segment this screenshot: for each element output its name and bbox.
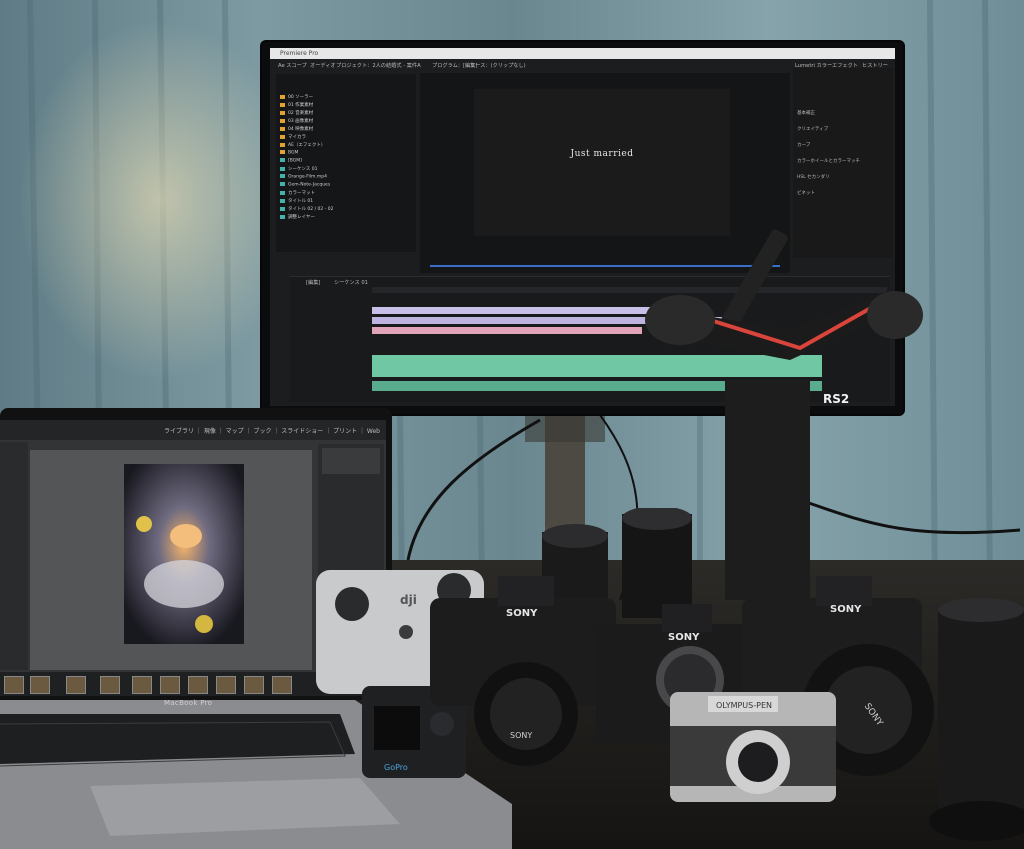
clip-icon — [280, 174, 285, 178]
clip-icon — [280, 198, 285, 203]
filmstrip-thumb[interactable] — [244, 676, 264, 694]
folder-icon — [280, 150, 285, 154]
clip-icon — [280, 158, 285, 162]
clip-icon — [280, 190, 285, 195]
bin-item[interactable]: 03 画像素材 — [280, 118, 313, 124]
folder-icon — [280, 126, 285, 131]
filmstrip-thumb[interactable] — [188, 676, 208, 694]
filmstrip-thumb[interactable] — [160, 676, 180, 694]
lr-module-picker[interactable]: ライブラリ ｜ 現像 ｜ マップ ｜ ブック ｜ スライドショー ｜ プリント … — [164, 426, 380, 435]
bin-item[interactable]: マイカラ — [280, 134, 306, 140]
timeline-tab-edit[interactable]: [編集] — [306, 279, 320, 286]
folder-icon — [280, 94, 285, 99]
clip-icon — [280, 214, 285, 219]
lens-brand: SONY — [510, 731, 532, 740]
filmstrip-thumb[interactable] — [30, 676, 50, 694]
bin-item[interactable]: カラーマット — [280, 190, 315, 196]
app-title-bar: Premiere Pro — [270, 48, 895, 59]
timeline-tab-seq[interactable]: シーケンス 01 — [334, 279, 368, 286]
tab-source[interactable]: ソース：(クリップなし) — [470, 62, 526, 69]
olympus-pen-camera: OLYMPUS-PEN — [670, 692, 836, 802]
bin-item[interactable]: Orange-Film.mp4 — [280, 174, 327, 180]
large-lens — [929, 598, 1024, 841]
tab-audio[interactable]: オーディオ — [310, 62, 336, 69]
fx-section[interactable]: カラーホイールとカラーマッチ — [797, 158, 860, 164]
sony-logo: SONY — [668, 632, 700, 643]
project-panel: 00 ソーラー 01 作業素材 02 音楽素材 03 画像素材 04 映像素材 … — [276, 74, 416, 252]
bin-item[interactable]: Gem-Note-Jacques — [280, 182, 330, 188]
dji-logo: dji — [400, 593, 417, 607]
filmstrip-thumb[interactable] — [100, 676, 120, 694]
lr-left-panel — [0, 442, 28, 670]
bin-item[interactable]: BGM — [280, 150, 298, 156]
clip-icon — [280, 166, 285, 171]
sony-camera: SONY SONY — [430, 576, 616, 766]
clip-icon — [280, 206, 285, 211]
bin-item[interactable]: タイトル 02 / 02 - 02 — [280, 206, 333, 212]
bin-item[interactable]: 01 作業素材 — [280, 102, 313, 108]
olympus-label: OLYMPUS-PEN — [716, 701, 772, 710]
video-track[interactable] — [372, 307, 672, 314]
lr-loupe-view — [30, 450, 312, 670]
photo-scene: Premiere Pro Ae スコープ オーディオ プロジェクト：2人の結婚式… — [0, 0, 1024, 849]
folder-icon — [280, 118, 285, 123]
fx-section[interactable]: カーブ — [797, 142, 810, 148]
filmstrip-thumb[interactable] — [4, 676, 24, 694]
fx-section[interactable]: 基本補正 — [797, 110, 815, 116]
gopro-label: GoPro — [384, 763, 408, 772]
baby-photo[interactable] — [124, 464, 244, 644]
fx-section[interactable]: クリエイティブ — [797, 126, 828, 132]
bin-item[interactable]: シーケンス 01 — [280, 166, 317, 172]
histogram — [322, 448, 380, 474]
filmstrip-thumb[interactable] — [132, 676, 152, 694]
bin-item[interactable]: 調整レイヤー — [280, 214, 315, 220]
folder-icon — [280, 142, 285, 147]
lr-topbar: ライブラリ ｜ 現像 ｜ マップ ｜ ブック ｜ スライドショー ｜ プリント … — [0, 420, 386, 440]
folder-icon — [280, 134, 285, 139]
clip-icon — [280, 182, 285, 186]
filmstrip-thumb[interactable] — [216, 676, 236, 694]
bin-item[interactable]: タイトル 01 — [280, 198, 313, 204]
bin-item[interactable]: AE（エフェクト） — [280, 142, 325, 148]
filmstrip-thumb[interactable] — [66, 676, 86, 694]
title-overlay: Just married — [570, 149, 634, 159]
filmstrip-thumb[interactable] — [272, 676, 292, 694]
tab-scopes[interactable]: Ae スコープ — [278, 62, 307, 69]
folder-icon — [280, 110, 285, 115]
bin-item[interactable]: [BGM] — [280, 158, 302, 164]
video-track[interactable] — [372, 327, 642, 334]
folder-icon — [280, 102, 285, 107]
bin-item[interactable]: 00 ソーラー — [280, 94, 313, 100]
sony-logo: SONY — [830, 604, 862, 615]
sony-logo: SONY — [506, 608, 538, 619]
bin-item[interactable]: 02 音楽素材 — [280, 110, 313, 116]
gimbal-label: RS2 — [823, 392, 849, 406]
laptop-brand-label: MacBook Pro — [164, 699, 213, 707]
bin-item[interactable]: 04 映像素材 — [280, 126, 313, 132]
tab-project[interactable]: プロジェクト：2人の結婚式 - 案件A — [336, 62, 421, 69]
